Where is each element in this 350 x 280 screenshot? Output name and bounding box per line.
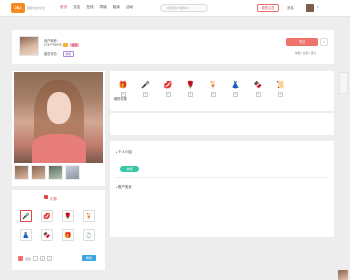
site-logo-subtitle: 相亲交友平台: [27, 6, 46, 10]
chevron-down-icon[interactable]: ▾: [317, 5, 319, 9]
profile-id: 173****5978: [44, 43, 62, 47]
empty-panel: [110, 113, 334, 135]
received-gift[interactable]: 👗 0: [231, 81, 241, 97]
nav-item-online[interactable]: 在线: [86, 5, 93, 10]
quantity-decrement[interactable]: -: [33, 256, 39, 261]
nav-item-dating[interactable]: 相亲: [113, 5, 120, 10]
gift-icon: [44, 195, 48, 199]
gift-count: 0: [165, 92, 171, 97]
search-input[interactable]: 搜索用户昵称/ID: [160, 4, 208, 12]
gift-icon: 🎤: [141, 82, 150, 89]
nav-item-home[interactable]: 首页: [60, 5, 67, 10]
gift-count: 0: [233, 92, 238, 97]
quantity-label: 送给: [25, 256, 32, 261]
gift-option[interactable]: 🍫: [41, 229, 53, 241]
send-gift-button[interactable]: 赠送: [82, 255, 96, 261]
gift-quantity-row: 送给 - 1 +: [18, 256, 53, 261]
main-nav: 首页 交友 在线 同城 相亲 活动: [60, 5, 133, 10]
gift-count: 0: [278, 92, 283, 97]
received-gift[interactable]: 🎤 0: [141, 81, 151, 97]
photo-shirt-shape: [32, 134, 86, 163]
nav-item-local[interactable]: 同城: [100, 5, 107, 10]
gift-count: 0: [188, 92, 193, 97]
section-divider: [116, 177, 328, 178]
site-logo[interactable]: ZBJ: [11, 3, 25, 13]
received-gift[interactable]: 🍹 0: [208, 81, 218, 97]
received-gift[interactable]: 🎁 0: [118, 81, 128, 97]
nav-item-events[interactable]: 活动: [126, 5, 133, 10]
gift-icon: 🎁: [118, 82, 128, 89]
gift-count: 0: [255, 92, 261, 97]
gift-option[interactable]: 🎁: [62, 229, 74, 241]
profile-header: 用户昵称： 173****5978 V 会员 婚恋状态： 未婚 关注 ✕ 举报 | 拉…: [12, 30, 334, 64]
main-photo[interactable]: [14, 72, 103, 163]
photo-thumbnail[interactable]: [31, 165, 46, 180]
received-gift[interactable]: 🌹 0: [186, 81, 196, 97]
my-homepage-button[interactable]: 我的主页: [257, 4, 279, 12]
marital-status-tag: 未婚: [62, 51, 74, 57]
gift-panel-title: 礼物: [50, 197, 57, 201]
gift-count: 0: [143, 92, 148, 97]
profile-avatar[interactable]: [19, 36, 39, 56]
gift-icon: 🍹: [208, 82, 218, 89]
close-icon[interactable]: ✕: [320, 38, 328, 46]
gift-option[interactable]: 🎤: [20, 210, 32, 222]
photo-face-shape: [47, 92, 71, 124]
photo-thumbnail[interactable]: [48, 165, 63, 180]
received-gift[interactable]: 💋 0: [163, 81, 173, 97]
gift-count: 0: [120, 92, 126, 97]
received-gifts-panel: 她的礼物 🎁 0 🎤 0 💋 0 🌹 0 🍹 0 👗 0 🍫 0 📜 0: [110, 71, 334, 111]
profile-status-line: 婚恋状态： 未婚: [44, 51, 74, 57]
gift-option[interactable]: 🌹: [62, 210, 74, 222]
photo-thumbnail[interactable]: [65, 165, 80, 180]
photo-thumbnails: [14, 165, 80, 180]
gift-option[interactable]: 💍: [83, 229, 95, 241]
gift-option[interactable]: 💋: [41, 210, 53, 222]
floating-sidebar[interactable]: [339, 72, 348, 94]
gift-icon: 💋: [163, 82, 173, 89]
received-gift[interactable]: 📜 0: [276, 81, 286, 97]
user-avatar[interactable]: [306, 4, 314, 12]
vip-badge: V: [63, 43, 69, 47]
info-panel: 个人介绍 未填 账户安全: [110, 141, 334, 237]
quantity-increment[interactable]: +: [47, 256, 53, 261]
quantity-stepper[interactable]: 1: [40, 256, 46, 261]
floating-avatar[interactable]: [338, 270, 348, 280]
nav-item-friends[interactable]: 交友: [73, 5, 80, 10]
photo-thumbnail[interactable]: [14, 165, 29, 180]
gift-grid: 🎤 💋 🌹 🍹 👗 🍫 🎁 💍: [20, 210, 95, 241]
intro-status-tag: 未填: [120, 166, 139, 172]
gift-icon: 📜: [276, 82, 285, 89]
profile-actions[interactable]: 举报 | 拉黑 | 送礼: [295, 51, 316, 55]
gift-icon: 🍫: [253, 82, 263, 89]
top-nav-bar: ZBJ 相亲交友平台 首页 交友 在线 同城 相亲 活动 搜索用户昵称/ID 我…: [0, 0, 350, 17]
gift-icon: 🌹: [186, 82, 195, 89]
member-badge: 会员: [70, 43, 79, 47]
recipient-icon: [18, 256, 23, 261]
marital-status-label: 婚恋状态：: [44, 52, 60, 56]
send-gift-panel: 礼物 🎤 💋 🌹 🍹 👗 🍫 🎁 💍 送给 - 1 + 赠送: [12, 190, 105, 270]
gift-icon: 👗: [231, 82, 240, 89]
account-section-title: 账户安全: [116, 184, 132, 189]
gift-option[interactable]: 🍹: [83, 210, 95, 222]
photo-panel: [12, 71, 105, 186]
follow-button[interactable]: 关注: [286, 38, 318, 46]
message-link[interactable]: 消息: [287, 5, 294, 10]
gift-option[interactable]: 👗: [20, 229, 32, 241]
profile-id-line: 173****5978 V 会员: [44, 43, 79, 47]
gift-count: 0: [210, 92, 216, 97]
received-gift[interactable]: 🍫 0: [253, 81, 263, 97]
intro-section-title: 个人介绍: [116, 149, 132, 154]
